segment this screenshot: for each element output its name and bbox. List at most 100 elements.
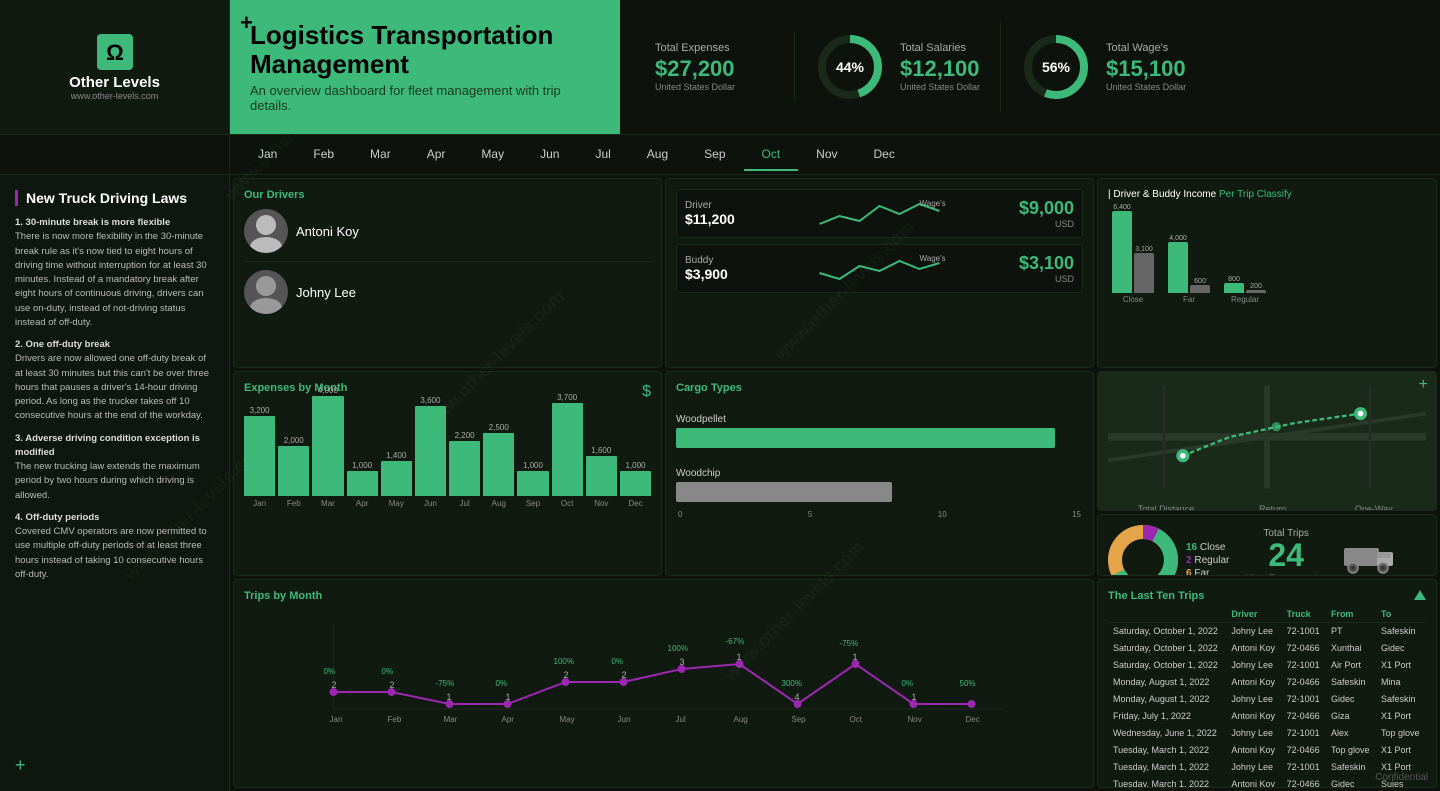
trip-to: Top glove xyxy=(1376,725,1426,742)
col-date xyxy=(1108,606,1226,623)
month-jun[interactable]: Jun xyxy=(522,139,577,171)
cargo-panel: Cargo Types Woodpellet Woodchip 0 5 10 xyxy=(665,371,1094,576)
month-mar[interactable]: Mar xyxy=(352,139,409,171)
svg-text:1: 1 xyxy=(912,692,917,702)
driver-row-2: Johny Lee xyxy=(244,270,651,322)
trip-date: Wednesday, June 1, 2022 xyxy=(1108,725,1226,742)
trip-driver: Antoni Koy xyxy=(1226,742,1281,759)
svg-text:44%: 44% xyxy=(836,59,865,75)
month-sep[interactable]: Sep xyxy=(686,139,743,171)
truck-icon-wrap xyxy=(1339,540,1399,576)
kpi-expenses: Total Expenses $27,200 United States Dol… xyxy=(635,32,795,102)
kpi-wages: 56% Total Wage's $15,100 United States D… xyxy=(1001,22,1206,112)
table-row: Friday, July 1, 2022Antoni Koy72-0466Giz… xyxy=(1108,708,1426,725)
map-return-label: Return xyxy=(1253,504,1292,511)
wage-driver-label: Driver xyxy=(685,200,730,211)
cargo-chart: Woodpellet Woodchip 0 5 10 15 xyxy=(676,414,1083,519)
col-to: To xyxy=(1376,606,1426,623)
trip-from: PT xyxy=(1326,623,1376,640)
map-stats: Total Distance 868 km Return 8 Trips One… xyxy=(1108,497,1426,511)
svg-text:Dec: Dec xyxy=(966,715,980,724)
month-dec[interactable]: Dec xyxy=(856,139,913,171)
income-close-group: 6,400 3,100 Close xyxy=(1112,204,1154,304)
wage-row-driver: Driver $11,200 Wage's $9,000 USD xyxy=(676,189,1083,238)
logo-section: Ω Other Levels www.other-levels.com xyxy=(0,0,230,134)
trips-month-title: Trips by Month xyxy=(244,590,1083,602)
kpi-wages-value: $15,100 xyxy=(1106,56,1186,82)
trip-date: Tuesday, March 1, 2022 xyxy=(1108,759,1226,776)
kpi-wages-currency: United States Dollar xyxy=(1106,82,1186,92)
truck-icon xyxy=(1339,540,1399,575)
svg-text:Ω: Ω xyxy=(106,40,124,65)
trip-truck: 72-0466 xyxy=(1282,742,1326,759)
bar-mar: 4,000 Mar xyxy=(312,386,343,508)
trip-driver: Antoni Koy xyxy=(1226,640,1281,657)
month-nov[interactable]: Nov xyxy=(798,139,855,171)
bar-jan: 3,200 Jan xyxy=(244,406,275,508)
trip-truck: 72-1001 xyxy=(1282,623,1326,640)
sidebar-plus-btn[interactable]: + xyxy=(15,755,214,776)
kpi-section: Total Expenses $27,200 United States Dol… xyxy=(620,0,1440,134)
bar-oct: 3,700 Oct xyxy=(552,393,583,508)
map-stat-return: Return 8 Trips xyxy=(1253,504,1292,511)
trips-line-chart: 0% 2 0% 2 -75% 1 0% 1 100% 2 0% 2 100% 3… xyxy=(244,614,1083,734)
svg-text:-75%: -75% xyxy=(840,639,859,648)
svg-text:2: 2 xyxy=(622,670,627,680)
svg-text:Apr: Apr xyxy=(502,715,515,724)
table-row: Monday, August 1, 2022Johny Lee72-1001Gi… xyxy=(1108,691,1426,708)
trips-table: Driver Truck From To Saturday, October 1… xyxy=(1108,606,1426,788)
trips-legend: 16 Close 2 Regular 6 Far xyxy=(1186,542,1229,577)
month-jan[interactable]: Jan xyxy=(240,139,295,171)
col-driver: Driver xyxy=(1226,606,1281,623)
month-may[interactable]: May xyxy=(463,139,522,171)
trip-date: Saturday, October 1, 2022 xyxy=(1108,623,1226,640)
driver-name-1: Antoni Koy xyxy=(296,224,651,239)
month-aug[interactable]: Aug xyxy=(629,139,686,171)
table-row: Saturday, October 1, 2022Antoni Koy72-04… xyxy=(1108,640,1426,657)
sidebar-title: New Truck Driving Laws xyxy=(15,190,214,206)
title-section: + Logistics Transportation Management An… xyxy=(230,0,620,134)
month-apr[interactable]: Apr xyxy=(409,139,464,171)
trip-driver: Antoni Koy xyxy=(1226,674,1281,691)
drivers-panel: Our Drivers Antoni Koy Johny Lee xyxy=(233,178,662,368)
month-feb[interactable]: Feb xyxy=(295,139,352,171)
svg-text:2: 2 xyxy=(390,680,395,690)
trip-date: Monday, August 1, 2022 xyxy=(1108,691,1226,708)
svg-text:Mar: Mar xyxy=(444,715,458,724)
driver-avatar-2 xyxy=(244,270,288,314)
cargo-woodchip-label: Woodchip xyxy=(676,468,1083,479)
map-plus-btn[interactable]: + xyxy=(1419,376,1428,394)
expenses-bar-chart: 3,200 Jan 2,000 Feb 4,000 Mar xyxy=(244,408,651,508)
kpi-salaries-label: Total Salaries xyxy=(900,42,980,54)
wage-driver-sparkline: Wage's xyxy=(753,196,1006,231)
total-trips-num: 24 xyxy=(1245,539,1327,571)
trips-close: 16 Close xyxy=(1186,542,1229,553)
right-col-2: + xyxy=(1097,371,1437,576)
trip-driver: Johny Lee xyxy=(1226,759,1281,776)
total-trips-content: 16 Close 2 Regular 6 Far Total Trips 24 … xyxy=(1108,525,1426,576)
svg-text:0%: 0% xyxy=(902,679,914,688)
svg-text:4: 4 xyxy=(795,692,800,702)
income-far-group: 4,000 600 Far xyxy=(1168,235,1210,304)
kpi-salaries-value: $12,100 xyxy=(900,56,980,82)
bar-aug: 2,500 Aug xyxy=(483,423,514,508)
svg-text:May: May xyxy=(560,715,575,724)
income-regular-group: 800 200 Regular xyxy=(1224,276,1266,304)
sidebar-laws: 1. 30-minute break is more flexible Ther… xyxy=(15,216,214,747)
bar-nov: 1,600 Nov xyxy=(586,446,617,508)
svg-text:-75%: -75% xyxy=(436,679,455,688)
wages-ring: 56% xyxy=(1021,32,1091,102)
kpi-expenses-value: $27,200 xyxy=(655,56,774,82)
logo-url: www.other-levels.com xyxy=(71,91,159,101)
sort-icon[interactable] xyxy=(1414,590,1426,602)
cargo-woodchip: Woodchip xyxy=(676,468,1083,502)
cargo-woodpellet-label: Woodpellet xyxy=(676,414,1083,425)
svg-text:100%: 100% xyxy=(668,644,688,653)
month-oct[interactable]: Oct xyxy=(744,139,799,171)
income-bar-chart: 6,400 3,100 Close xyxy=(1108,204,1426,304)
table-row: Wednesday, June 1, 2022Johny Lee72-1001A… xyxy=(1108,725,1426,742)
bar-jul: 2,200 Jul xyxy=(449,431,480,508)
table-row: Monday, August 1, 2022Antoni Koy72-0466S… xyxy=(1108,674,1426,691)
month-jul[interactable]: Jul xyxy=(577,139,628,171)
trip-date: Friday, July 1, 2022 xyxy=(1108,708,1226,725)
